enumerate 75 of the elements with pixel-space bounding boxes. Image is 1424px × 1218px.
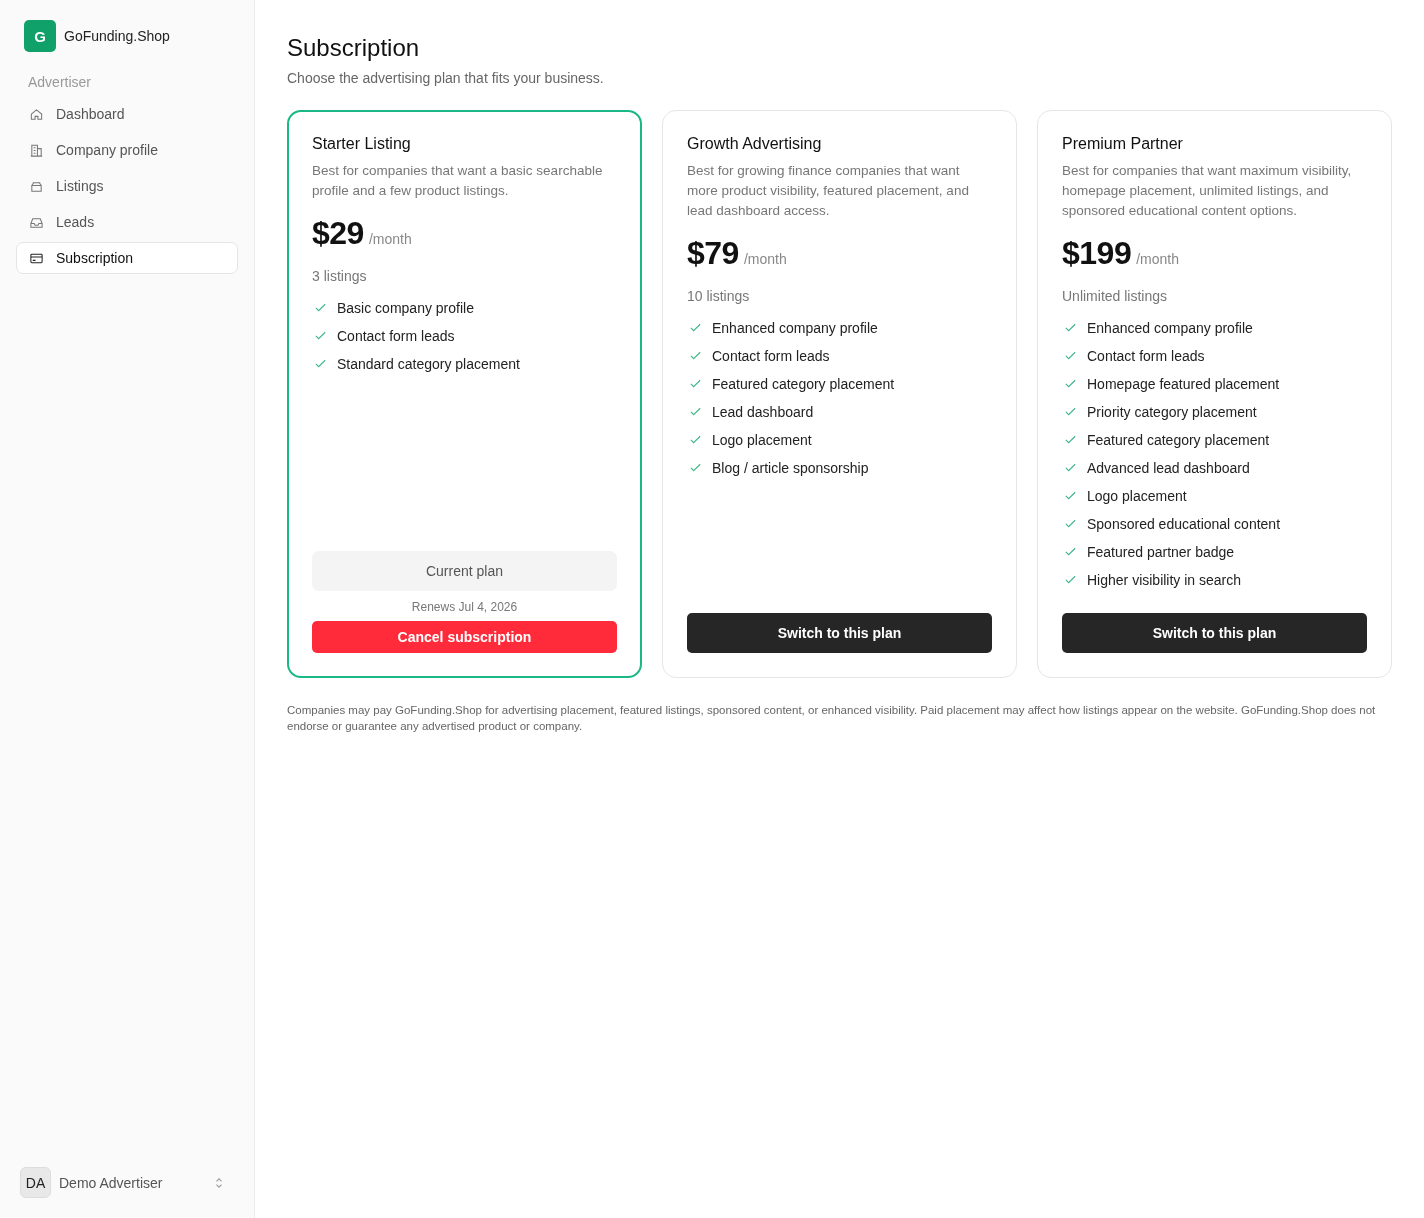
nav-item[interactable]: Company profile [16,134,238,166]
chevron-icon [214,1175,224,1190]
check-icon [1064,349,1077,362]
avatar: DA [20,1167,51,1198]
check-icon [689,377,702,390]
feature-text: Enhanced company profile [712,319,878,336]
price: $199 [1062,235,1132,272]
logo-icon: G [24,20,56,52]
price-period: /month [743,251,787,267]
plan-name: Premium Partner [1062,135,1184,153]
feature-text: Enhanced company profile [1087,319,1253,336]
feature-text: Standard category placement [337,355,520,372]
feature-text: Logo placement [712,431,812,448]
listing-count: 3 listings [312,268,368,284]
cancel-button[interactable]: Cancel subscription [312,621,617,653]
check-icon [1064,321,1077,334]
renewal-date: Renews Jul 4, 2026 [410,600,519,614]
check-icon [1064,573,1077,586]
feature-text: Sponsored educational content [1087,515,1281,532]
price: $29 [312,215,364,252]
check-icon [314,357,327,370]
check-icon [1064,545,1077,558]
building-icon [29,142,44,158]
section-label: Advertiser [27,74,93,90]
user-name: Demo Advertiser [59,1174,164,1191]
check-icon [1064,405,1077,418]
page-subtitle: Choose the advertising plan that fits your business. [287,70,605,86]
user-menu[interactable]: DA Demo Advertiser [16,1167,238,1198]
feature-text: Featured category placement [712,375,895,392]
feature-text: Featured partner badge [1087,543,1235,560]
page-title: Subscription [287,34,421,62]
feature-text: Advanced lead dashboard [1087,459,1250,476]
feature-text: Logo placement [1087,487,1187,504]
check-icon [689,349,702,362]
feature-text: Contact form leads [1087,347,1205,364]
check-icon [689,321,702,334]
price-period: /month [1136,251,1179,267]
plan-name: Starter Listing [312,135,412,153]
feature-text: Lead dashboard [712,403,814,420]
feature-text: Homepage featured placement [1087,375,1280,392]
plan-description: Best for companies that want maximum visibility, homepage placement, unlimited listings, and sponsored educational content options. [1062,162,1353,220]
switch-plan-button[interactable]: Switch to this plan [687,613,992,653]
plan-description: Best for growing finance companies that want more product visibility, featured placement, and lead dashboard access. [687,162,970,220]
feature-text: Higher visibility in search [1087,571,1242,588]
check-icon [1064,489,1077,502]
feature-text: Featured category placement [1087,431,1270,448]
feature-text: Contact form leads [337,327,455,344]
nav-item[interactable]: Dashboard [16,98,238,130]
feature-text: Contact form leads [712,347,830,364]
feature-text: Blog / article sponsorship [712,459,869,476]
check-icon [1064,377,1077,390]
listing-count: Unlimited listings [1062,288,1169,304]
check-icon [1064,517,1077,530]
check-icon [689,461,702,474]
plan-name: Growth Advertising [687,135,823,153]
brand-name: GoFunding.Shop [64,28,170,44]
price: $79 [687,235,739,272]
home-icon [29,106,44,122]
nav-item[interactable]: Leads [16,206,238,238]
check-icon [689,405,702,418]
plan-description: Best for companies that want a basic searchable profile and a few product listings. [312,162,604,200]
nav-item[interactable]: Subscription [16,242,238,274]
switch-plan-button[interactable]: Switch to this plan [1062,613,1367,653]
feature-text: Priority category placement [1087,403,1257,420]
check-icon [689,433,702,446]
disclaimer: Companies may pay GoFunding.Shop for advertising placement, featured listings, sponsored content, or enhanced visibility. Paid placement may affect how listings appear on the website. GoFunding.Shop does not endorse or guarantee any advertised product or company. [287,703,1377,734]
current-plan-label: Current plan [312,551,617,591]
check-icon [1064,433,1077,446]
check-icon [314,301,327,314]
nav-item[interactable]: Listings [16,170,238,202]
check-icon [1064,461,1077,474]
feature-text: Basic company profile [337,299,474,316]
check-icon [314,329,327,342]
price-period: /month [368,231,412,247]
listing-count: 10 listings [687,288,751,304]
